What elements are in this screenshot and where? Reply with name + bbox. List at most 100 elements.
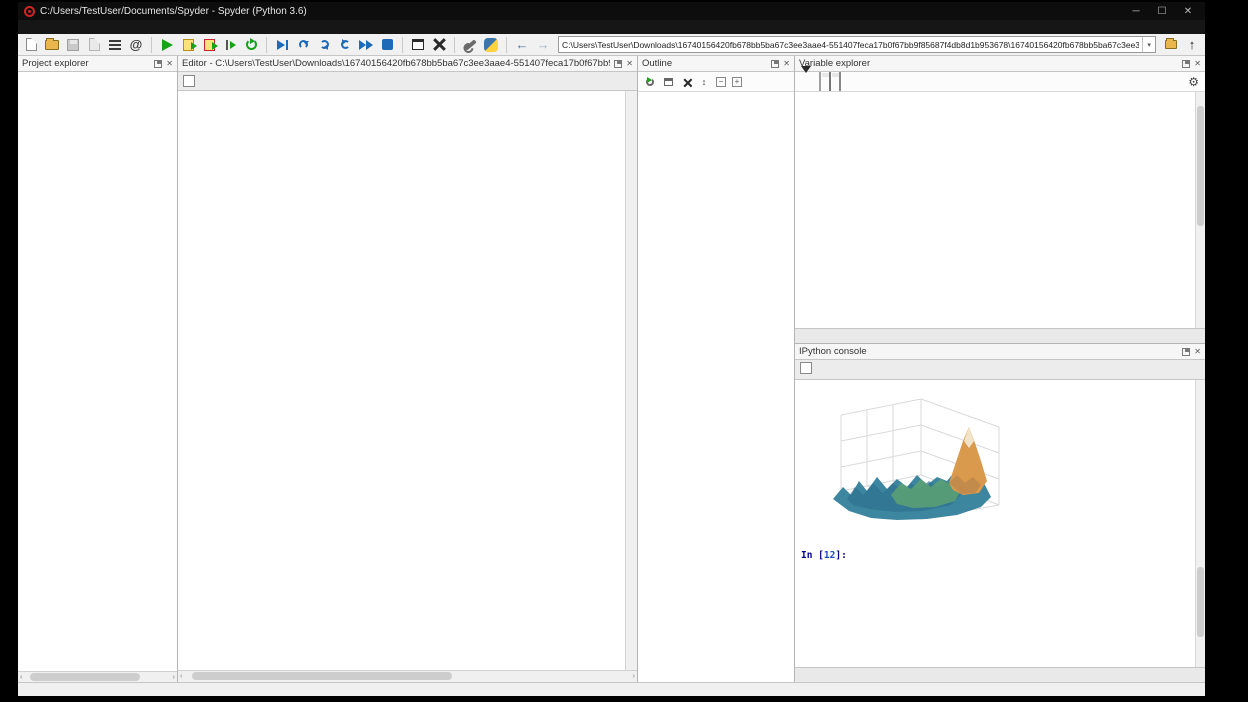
debug-continue-icon[interactable] — [357, 36, 375, 54]
project-explorer-header: Project explorer ✕ — [18, 56, 177, 72]
variable-explorer-header: Variable explorer ✕ — [795, 56, 1205, 72]
spyder-window: C:/Users/TestUser/Documents/Spyder - Spy… — [18, 2, 1205, 696]
symbol-finder-icon[interactable]: @ — [127, 36, 145, 54]
project-tree — [18, 72, 177, 671]
import-data-icon[interactable] — [801, 73, 811, 91]
file-switcher-icon[interactable] — [106, 36, 124, 54]
parent-directory-icon[interactable]: ↑ — [1183, 36, 1201, 54]
follow-cursor-icon[interactable]: ↕ — [698, 76, 710, 88]
outline-header: Outline ✕ — [638, 56, 794, 72]
ipython-console-panel: IPython console ✕ — [795, 344, 1205, 682]
open-file-icon[interactable] — [43, 36, 61, 54]
console-vscrollbar[interactable] — [1195, 380, 1205, 667]
rerun-cell-icon[interactable] — [242, 36, 260, 54]
variable-table — [795, 92, 1205, 328]
undock-icon[interactable] — [771, 60, 779, 68]
status-bar — [18, 682, 1205, 696]
step-into-icon[interactable] — [315, 36, 333, 54]
polar-plot — [1028, 387, 1205, 545]
editor-title: Editor - C:\Users\TestUser\Downloads\167… — [182, 58, 610, 69]
preferences-wrench-icon[interactable] — [461, 36, 479, 54]
pythonpath-icon[interactable] — [482, 36, 500, 54]
console-prompt[interactable]: In [12]: — [801, 549, 1205, 562]
main-area: Project explorer ✕ ‹ › Editor - C:\Users… — [18, 56, 1205, 682]
working-directory-input[interactable] — [559, 37, 1142, 52]
variable-vscrollbar[interactable] — [1195, 92, 1205, 328]
console-tab-bar — [795, 360, 1205, 380]
close-icon[interactable]: ✕ — [783, 59, 790, 68]
new-file-icon[interactable] — [22, 36, 40, 54]
nav-back-icon[interactable]: ← — [513, 36, 531, 54]
reset-namespace-icon[interactable] — [839, 73, 841, 91]
save-data-icon[interactable] — [819, 73, 821, 91]
outline-toolbar: ↕ − + — [638, 72, 794, 92]
project-hscrollbar[interactable]: ‹ › — [18, 671, 177, 682]
run-selection-icon[interactable] — [221, 36, 239, 54]
chevron-down-icon[interactable]: ▾ — [1142, 37, 1155, 52]
console-body[interactable]: In [12]: — [795, 380, 1205, 667]
browse-tabs-icon[interactable] — [800, 362, 812, 374]
gear-icon[interactable]: ⚙ — [1188, 75, 1199, 89]
console-bottom-tabs — [795, 667, 1205, 682]
undock-icon[interactable] — [1182, 348, 1190, 356]
editor-tab-bar — [178, 72, 637, 91]
debug-icon[interactable] — [273, 36, 291, 54]
fromcursor-icon[interactable] — [662, 76, 674, 88]
minimize-button[interactable]: ─ — [1123, 6, 1149, 17]
spyder-logo-icon — [24, 6, 35, 17]
editor-hscrollbar[interactable]: ‹ › — [178, 670, 637, 682]
window-title: C:/Users/TestUser/Documents/Spyder - Spy… — [40, 6, 1123, 17]
project-explorer-title: Project explorer — [22, 58, 150, 69]
outline-panel: Outline ✕ ↕ − + — [638, 56, 795, 682]
fullscreen-icon[interactable] — [680, 76, 692, 88]
outline-title: Outline — [642, 58, 767, 69]
save-data-as-icon[interactable] — [829, 73, 831, 91]
project-explorer-panel: Project explorer ✕ ‹ › — [18, 56, 178, 682]
close-icon[interactable]: ✕ — [1194, 59, 1201, 68]
variable-explorer-title: Variable explorer — [799, 58, 1178, 69]
working-directory-combo[interactable]: ▾ — [558, 36, 1156, 53]
editor-header: Editor - C:\Users\TestUser\Downloads\167… — [178, 56, 637, 72]
outline-tree — [638, 92, 794, 682]
code-wrap — [178, 91, 637, 670]
title-bar: C:/Users/TestUser/Documents/Spyder - Spy… — [18, 2, 1205, 20]
save-all-icon[interactable] — [85, 36, 103, 54]
undock-icon[interactable] — [614, 60, 622, 68]
nav-forward-icon[interactable]: → — [534, 36, 552, 54]
right-column: Variable explorer ✕ ⚙ — [795, 56, 1205, 682]
desktop: C:/Users/TestUser/Documents/Spyder - Spy… — [0, 0, 1248, 702]
save-icon[interactable] — [64, 36, 82, 54]
right-pane-tabs — [795, 328, 1205, 343]
run-icon[interactable] — [158, 36, 176, 54]
browse-directory-icon[interactable] — [1162, 36, 1180, 54]
stop-debug-icon[interactable] — [378, 36, 396, 54]
variable-explorer-panel: Variable explorer ✕ ⚙ — [795, 56, 1205, 344]
editor-panel: Editor - C:\Users\TestUser\Downloads\167… — [178, 56, 638, 682]
browse-tabs-icon[interactable] — [183, 75, 195, 87]
run-cell-advance-icon[interactable] — [200, 36, 218, 54]
console-header: IPython console ✕ — [795, 344, 1205, 360]
fullscreen-icon[interactable] — [430, 36, 448, 54]
close-button[interactable]: ✕ — [1175, 6, 1201, 17]
close-icon[interactable]: ✕ — [626, 59, 633, 68]
maximize-button[interactable]: ☐ — [1149, 6, 1175, 17]
undock-icon[interactable] — [1182, 60, 1190, 68]
main-toolbar: @ ← → ▾ ↑ — [18, 34, 1205, 56]
code-area[interactable] — [178, 91, 625, 670]
freeze-icon[interactable] — [644, 76, 656, 88]
console-title: IPython console — [799, 346, 1178, 357]
step-return-icon[interactable] — [336, 36, 354, 54]
expand-all-icon[interactable]: + — [732, 77, 742, 87]
undock-icon[interactable] — [154, 60, 162, 68]
console-plots — [803, 387, 1205, 545]
surface-plot — [803, 387, 1028, 545]
variable-explorer-toolbar: ⚙ — [795, 72, 1205, 92]
run-cell-icon[interactable] — [179, 36, 197, 54]
step-over-icon[interactable] — [294, 36, 312, 54]
close-icon[interactable]: ✕ — [166, 59, 173, 68]
collapse-all-icon[interactable]: − — [716, 77, 726, 87]
menu-bar — [18, 20, 1205, 34]
maximize-pane-icon[interactable] — [409, 36, 427, 54]
editor-scrollflag[interactable] — [625, 91, 637, 670]
close-icon[interactable]: ✕ — [1194, 347, 1201, 356]
